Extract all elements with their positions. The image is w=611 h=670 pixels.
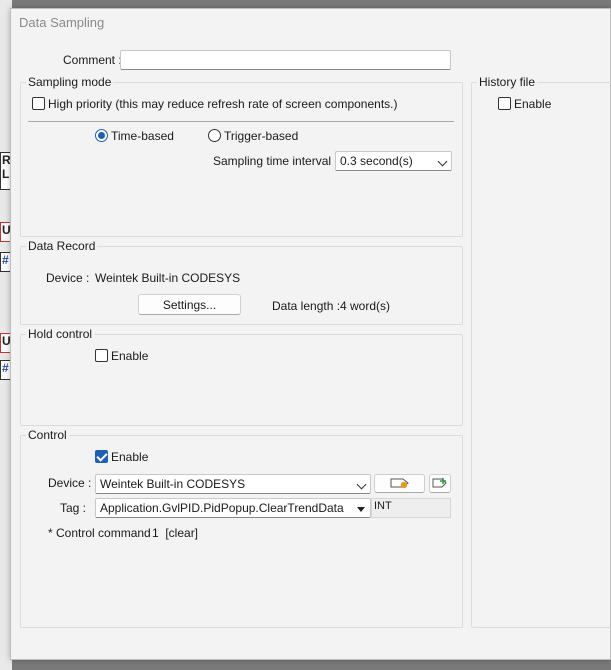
trigger-based-option[interactable]: Trigger-based [208,129,298,143]
control-tag-value: Application.GvlPID.PidPopup.ClearTrendDa… [100,501,344,515]
history-enable-option[interactable]: Enable [498,97,551,111]
control-title: Control [26,428,69,442]
interval-select[interactable]: 0.3 second(s) [335,151,452,171]
dialog-title: Data Sampling [11,9,610,37]
history-enable-label: Enable [514,97,552,111]
dropdown-arrow-icon [357,507,365,512]
chevron-down-icon [437,156,448,167]
data-record-group [20,246,463,325]
add-tag-button[interactable] [429,474,451,493]
control-command-label: * Control command : [48,526,158,540]
data-record-device-label: Device : [46,271,90,285]
trigger-based-label: Trigger-based [224,129,299,143]
hold-enable-checkbox[interactable] [95,349,108,362]
time-based-label: Time-based [111,129,174,143]
history-enable-checkbox[interactable] [498,97,511,110]
settings-button[interactable]: Settings... [138,294,241,315]
comment-input[interactable] [120,50,451,70]
hold-control-group [20,334,463,426]
sampling-mode-title: Sampling mode [26,75,114,89]
data-record-title: Data Record [26,239,98,253]
chevron-down-icon [356,479,367,490]
control-enable-checkbox[interactable] [95,450,108,463]
control-device-select[interactable]: Weintek Built-in CODESYS [95,474,371,494]
hold-enable-label: Enable [111,349,149,363]
data-record-device-value: Weintek Built-in CODESYS [95,271,241,285]
tag-settings-icon [390,478,409,489]
tag-settings-button[interactable] [374,474,425,493]
control-enable-label: Enable [111,450,149,464]
history-file-title: History file [477,75,538,89]
control-enable-option[interactable]: Enable [95,450,148,464]
comment-label: Comment : [63,53,122,67]
add-tag-icon [432,478,447,488]
data-length-label: Data length : [272,299,341,313]
high-priority-label: High priority (this may reduce refresh r… [48,97,398,111]
time-based-option[interactable]: Time-based [95,129,174,143]
data-sampling-dialog: Data Sampling Comment : Sampling mode Hi… [10,8,611,660]
divider [28,121,454,122]
tag-type-field: INT [371,498,451,518]
trigger-based-radio[interactable] [208,129,221,142]
interval-value: 0.3 second(s) [340,154,413,168]
control-command-value: 1 [clear] [152,526,199,540]
hold-control-title: Hold control [26,327,95,341]
data-length-value: 4 word(s) [340,299,391,313]
interval-label: Sampling time interval : [213,154,338,168]
control-tag-select[interactable]: Application.GvlPID.PidPopup.ClearTrendDa… [95,498,371,518]
control-device-label: Device : [48,476,92,490]
high-priority-option[interactable]: High priority (this may reduce refresh r… [32,97,397,111]
high-priority-checkbox[interactable] [32,97,45,110]
hold-enable-option[interactable]: Enable [95,349,148,363]
control-tag-label: Tag : [60,501,87,515]
time-based-radio[interactable] [95,129,108,142]
control-device-value: Weintek Built-in CODESYS [100,477,246,491]
history-file-group [471,82,611,628]
